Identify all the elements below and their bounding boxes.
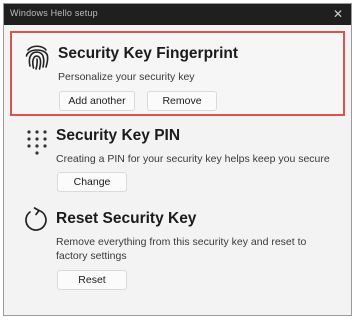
reset-button[interactable]: Reset <box>57 270 127 290</box>
dialog-window: Windows Hello setup ✕ Security Key Finge… <box>3 3 352 316</box>
fingerprint-section[interactable]: Security Key Fingerprint Personalize you… <box>10 31 345 116</box>
remove-button[interactable]: Remove <box>147 91 217 111</box>
fingerprint-title: Security Key Fingerprint <box>58 45 239 62</box>
fingerprint-icon <box>25 45 49 70</box>
pin-description: Creating a PIN for your security key hel… <box>56 153 330 165</box>
reset-arrow-icon <box>25 207 47 231</box>
add-another-button[interactable]: Add another <box>59 91 135 111</box>
reset-title: Reset Security Key <box>56 210 197 227</box>
pin-title: Security Key PIN <box>56 127 181 144</box>
close-button[interactable]: ✕ <box>331 7 345 21</box>
title-bar: Windows Hello setup ✕ <box>4 4 351 25</box>
fingerprint-description: Personalize your security key <box>58 71 195 83</box>
pin-section: Security Key PIN Creating a PIN for your… <box>10 121 345 196</box>
keypad-dots-icon <box>27 130 47 155</box>
change-button[interactable]: Change <box>57 172 127 192</box>
reset-description: Remove everything from this security key… <box>56 236 307 262</box>
reset-section: Reset Security Key Remove everything fro… <box>10 202 345 302</box>
window-title: Windows Hello setup <box>10 8 98 18</box>
